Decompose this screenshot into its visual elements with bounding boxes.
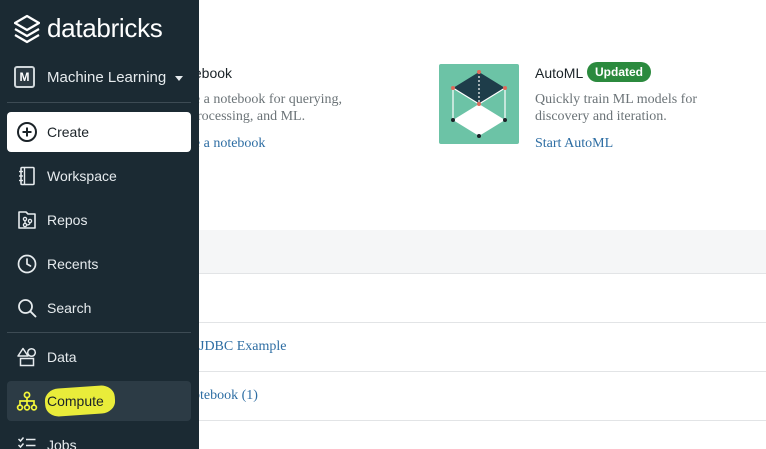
automl-card-description-1: Quickly train ML models for — [535, 92, 698, 107]
search-icon — [18, 299, 37, 318]
sidebar-item-data[interactable]: Data — [7, 337, 191, 377]
sidebar-item-label: Recents — [47, 256, 99, 272]
automl-card-description-2: discovery and iteration. — [535, 109, 667, 124]
sidebar-divider — [7, 102, 191, 103]
checklist-icon — [17, 437, 36, 449]
repo-branch-icon — [18, 211, 36, 229]
notebook-card-description-1: te a notebook for querying, — [190, 92, 343, 107]
sidebar-item-label: Search — [47, 300, 92, 316]
sidebar-item-compute[interactable]: Compute — [7, 381, 191, 421]
sidebar: databricks M Machine Learning Create Wor… — [0, 0, 199, 449]
cube-icon — [451, 70, 507, 138]
caret-down-icon — [175, 76, 183, 81]
sidebar-divider — [7, 332, 191, 333]
logo-text: databricks — [47, 13, 163, 43]
sidebar-item-recents[interactable]: Recents — [7, 244, 191, 284]
databricks-logo-icon — [14, 14, 40, 44]
sidebar-item-label: Jobs — [47, 437, 77, 449]
recent-item-link[interactable]: otebook (1) — [193, 388, 258, 404]
sidebar-item-create[interactable]: Create — [7, 112, 191, 152]
clock-icon — [17, 254, 37, 274]
create-notebook-link[interactable]: te a notebook — [190, 136, 265, 152]
sidebar-item-jobs[interactable]: Jobs — [7, 425, 191, 449]
shapes-icon — [17, 347, 37, 367]
automl-card-title: AutoML — [535, 65, 584, 81]
sidebar-item-label: Compute — [47, 393, 104, 409]
cluster-icon — [16, 391, 38, 411]
persona-switcher[interactable]: M Machine Learning — [14, 66, 191, 92]
recent-item-link[interactable]: JDBC Example — [199, 339, 287, 355]
sidebar-item-label: Repos — [47, 212, 88, 228]
persona-initial: M — [14, 66, 35, 88]
sidebar-item-label: Create — [47, 124, 90, 140]
plus-circle-icon — [17, 122, 37, 142]
notebook-card-description-2: processing, and ML. — [190, 109, 306, 124]
start-automl-link[interactable]: Start AutoML — [535, 136, 613, 152]
sidebar-item-workspace[interactable]: Workspace — [7, 156, 191, 196]
persona-label: Machine Learning — [47, 69, 167, 86]
automl-illustration[interactable] — [439, 64, 519, 144]
sidebar-item-label: Data — [47, 349, 77, 365]
sidebar-item-repos[interactable]: Repos — [7, 200, 191, 240]
sidebar-item-label: Workspace — [47, 168, 117, 184]
updated-badge: Updated — [587, 62, 651, 82]
sidebar-item-search[interactable]: Search — [7, 288, 191, 328]
notebook-icon — [19, 166, 35, 186]
